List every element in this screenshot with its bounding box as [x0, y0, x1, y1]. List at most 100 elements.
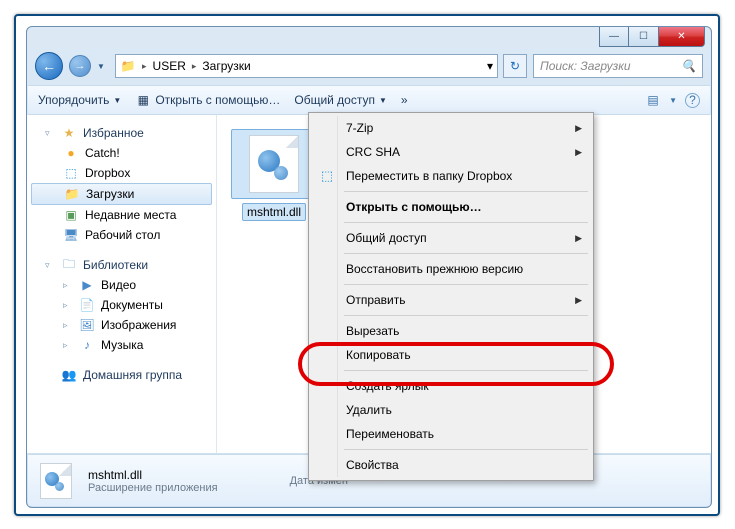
libraries-icon: 🗀	[61, 257, 77, 273]
address-bar[interactable]: 📁 ▸ USER ▸ Загрузки ▾	[115, 54, 498, 78]
menu-item-label: 7-Zip	[346, 121, 373, 135]
navigation-row: ← → ▼ 📁 ▸ USER ▸ Загрузки ▾ ↻ Поиск: Заг…	[35, 51, 703, 81]
breadcrumb-sep: ▸	[192, 61, 197, 72]
libraries-header[interactable]: ▿ 🗀 Библиотеки	[27, 255, 216, 275]
status-filename: mshtml.dll	[88, 468, 218, 482]
sidebar-item-downloads[interactable]: 📁Загрузки	[31, 183, 212, 205]
caret-icon: ▹	[63, 320, 73, 331]
favorites-label: Избранное	[83, 126, 144, 140]
share-label: Общий доступ	[294, 93, 375, 107]
address-dropdown[interactable]: ▾	[487, 59, 493, 73]
context-menu-separator	[344, 449, 588, 450]
breadcrumb-downloads[interactable]: Загрузки	[202, 59, 250, 73]
close-button[interactable]: ✕	[659, 27, 705, 47]
context-menu-item[interactable]: Отправить ▶	[312, 288, 590, 312]
open-with-label: Открыть с помощью…	[155, 93, 280, 107]
breadcrumb-user[interactable]: USER	[153, 59, 186, 73]
sidebar-item-images[interactable]: ▹🖼Изображения	[27, 315, 216, 335]
toolbar: Упорядочить ▼ ▦ Открыть с помощью… Общий…	[28, 85, 710, 115]
status-filetype: Расширение приложения	[88, 482, 218, 494]
sidebar-item-catch[interactable]: ●Catch!	[27, 143, 216, 163]
menu-item-label: Открыть с помощью…	[346, 200, 482, 214]
homegroup-label: Домашняя группа	[83, 368, 182, 382]
sidebar-item-label: Рабочий стол	[85, 228, 160, 242]
context-menu-separator	[344, 191, 588, 192]
sidebar-item-label: Видео	[101, 278, 136, 292]
help-button[interactable]: ?	[685, 93, 700, 108]
menu-item-label: Отправить	[346, 293, 406, 307]
context-menu-separator	[344, 315, 588, 316]
context-menu-item[interactable]: Восстановить прежнюю версию	[312, 257, 590, 281]
context-menu: 7-Zip ▶ CRC SHA▶ ⬚ Переместить в папку Dropb…	[308, 112, 594, 481]
nav-back-button[interactable]: ←	[35, 52, 63, 80]
menu-item-label: Восстановить прежнюю версию	[346, 262, 523, 276]
status-text: mshtml.dll Расширение приложения	[88, 468, 218, 494]
submenu-arrow-icon: ▶	[575, 233, 582, 244]
window-controls: — ☐ ✕	[599, 27, 705, 47]
context-menu-separator	[344, 370, 588, 371]
refresh-button[interactable]: ↻	[503, 54, 527, 78]
breadcrumb-sep: ▸	[142, 61, 147, 72]
context-menu-item[interactable]: 7-Zip ▶	[312, 116, 590, 140]
file-thumbnail	[231, 129, 317, 199]
context-menu-item[interactable]: Открыть с помощью…	[312, 195, 590, 219]
context-menu-item[interactable]: CRC SHA▶	[312, 140, 590, 164]
status-file-icon	[40, 463, 76, 499]
caret-icon: ▹	[63, 300, 73, 311]
share-button[interactable]: Общий доступ ▼	[294, 93, 387, 107]
folder-icon: 📁	[64, 186, 80, 202]
favorites-header[interactable]: ▿ ★ Избранное	[27, 123, 216, 143]
sidebar-item-video[interactable]: ▹▶Видео	[27, 275, 216, 295]
context-menu-item[interactable]: Свойства	[312, 453, 590, 477]
file-item[interactable]: mshtml.dll	[231, 129, 317, 221]
chevron-down-icon: ▾	[487, 59, 493, 73]
toolbar-overflow[interactable]: »	[401, 93, 408, 107]
context-menu-item[interactable]: Создать ярлык	[312, 374, 590, 398]
sidebar-item-recent[interactable]: ▣Недавние места	[27, 205, 216, 225]
nav-forward-button[interactable]: →	[69, 55, 91, 77]
context-menu-item[interactable]: ⬚ Переместить в папку Dropbox	[312, 164, 590, 188]
context-menu-separator	[344, 284, 588, 285]
menu-item-label: Переместить в папку Dropbox	[346, 169, 512, 183]
caret-icon: ▿	[45, 128, 55, 139]
sidebar: ▿ ★ Избранное ●Catch! ⬚Dropbox 📁Загрузки…	[27, 115, 217, 453]
minimize-button[interactable]: —	[599, 27, 629, 47]
folder-icon: 📁	[120, 58, 136, 74]
dll-icon	[249, 135, 299, 193]
recent-icon: ▣	[63, 207, 79, 223]
libraries-label: Библиотеки	[83, 258, 148, 272]
search-input[interactable]: Поиск: Загрузки 🔍	[533, 54, 703, 78]
context-menu-item[interactable]: Удалить	[312, 398, 590, 422]
sidebar-item-dropbox[interactable]: ⬚Dropbox	[27, 163, 216, 183]
menu-item-icon: ⬚	[318, 167, 336, 185]
sidebar-item-label: Изображения	[101, 318, 176, 332]
context-menu-item[interactable]: Общий доступ▶	[312, 226, 590, 250]
sidebar-item-desktop[interactable]: 🖥Рабочий стол	[27, 225, 216, 245]
view-button[interactable]: ▤	[645, 92, 661, 108]
submenu-arrow-icon: ▶	[575, 123, 582, 134]
context-menu-separator	[344, 222, 588, 223]
sidebar-item-label: Dropbox	[85, 166, 130, 180]
organize-label: Упорядочить	[38, 93, 109, 107]
open-with-icon: ▦	[135, 92, 151, 108]
sidebar-item-music[interactable]: ▹♪Музыка	[27, 335, 216, 355]
menu-item-label: Создать ярлык	[346, 379, 429, 393]
maximize-button[interactable]: ☐	[629, 27, 659, 47]
caret-icon: ▿	[45, 260, 55, 271]
gear-icon	[274, 166, 288, 180]
homegroup-header[interactable]: ▿ 👥 Домашняя группа	[27, 365, 216, 385]
context-menu-separator	[344, 253, 588, 254]
menu-item-label: Переименовать	[346, 427, 434, 441]
menu-item-label: Копировать	[346, 348, 411, 362]
context-menu-item[interactable]: Переименовать	[312, 422, 590, 446]
organize-button[interactable]: Упорядочить ▼	[38, 93, 121, 107]
search-placeholder: Поиск: Загрузки	[540, 59, 631, 73]
documents-icon: 📄	[79, 297, 95, 313]
submenu-arrow-icon: ▶	[575, 295, 582, 306]
menu-item-label: Удалить	[346, 403, 392, 417]
context-menu-item[interactable]: Копировать	[312, 343, 590, 367]
open-with-button[interactable]: ▦ Открыть с помощью…	[135, 92, 280, 108]
context-menu-item[interactable]: Вырезать	[312, 319, 590, 343]
sidebar-item-documents[interactable]: ▹📄Документы	[27, 295, 216, 315]
nav-history-dropdown[interactable]: ▼	[97, 62, 109, 71]
